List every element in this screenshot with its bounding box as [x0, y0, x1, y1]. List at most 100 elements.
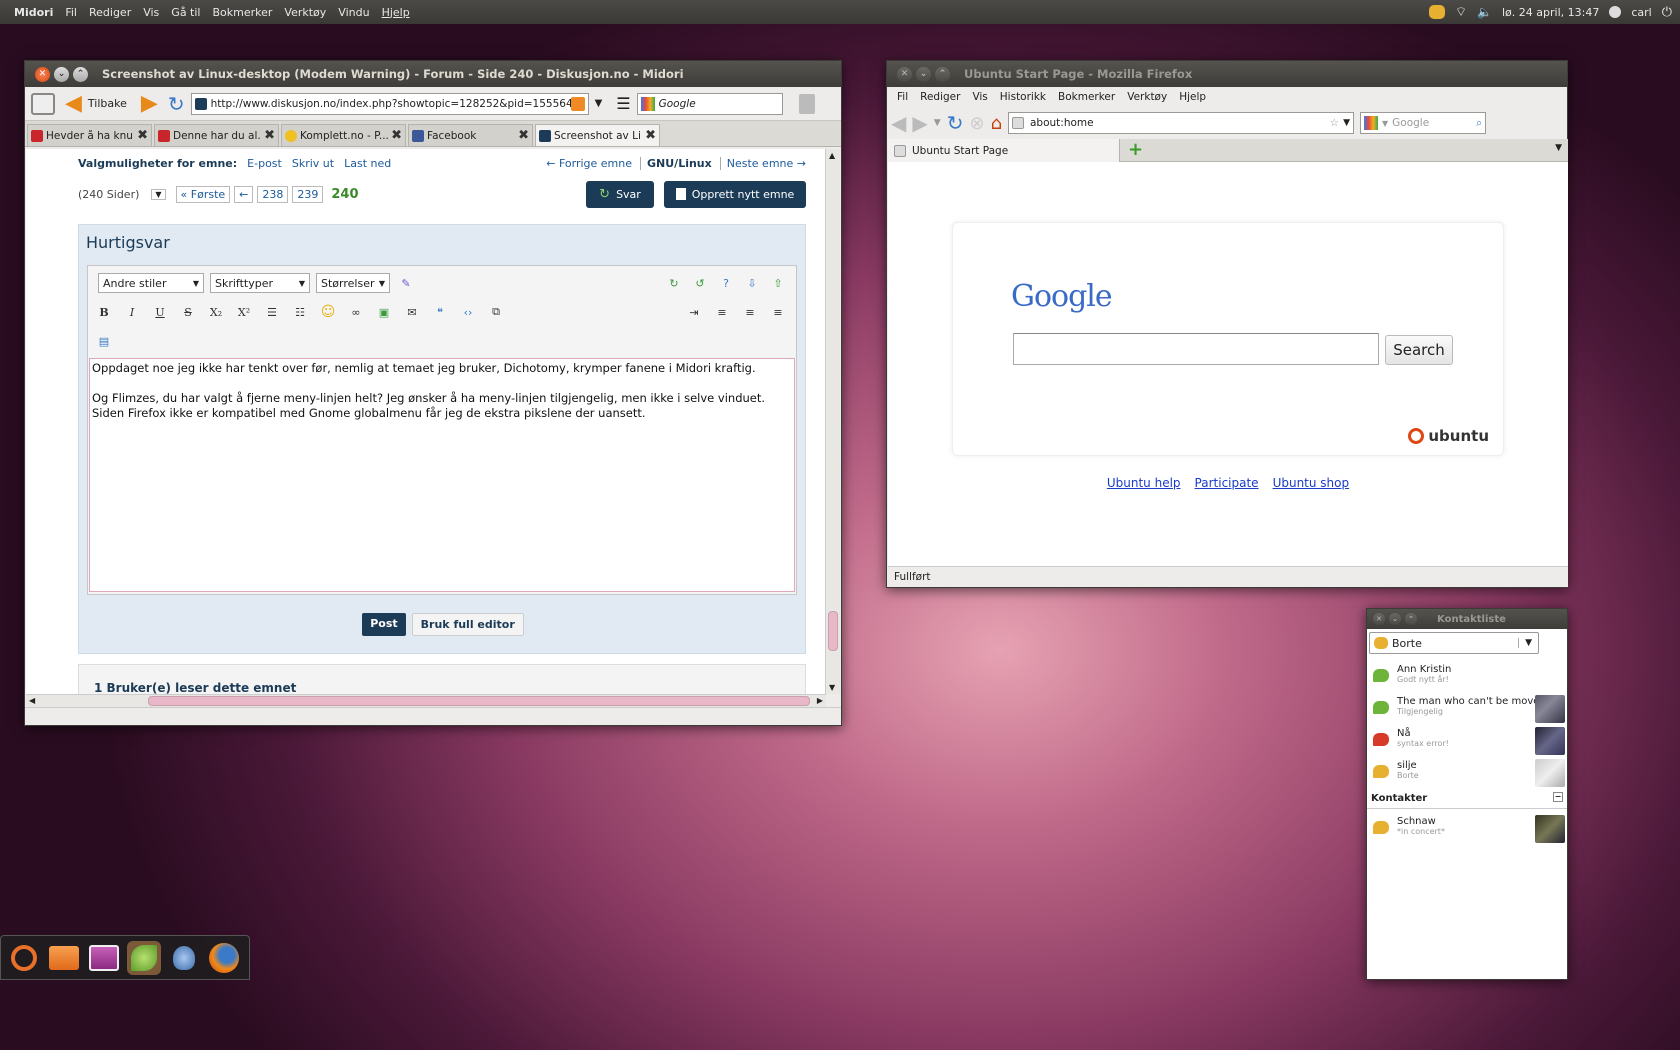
power-icon[interactable]: ⏻ [1662, 5, 1672, 20]
engine-dropdown-icon[interactable]: ▼ [1382, 119, 1388, 128]
tab-denne[interactable]: Denne har du al... ✖ [154, 124, 279, 146]
user-name[interactable]: carl [1631, 6, 1651, 19]
menu-vindu[interactable]: Vindu [332, 6, 375, 19]
maximize-icon[interactable]: ⌃ [935, 66, 950, 82]
export-icon[interactable]: ⇧ [768, 273, 788, 293]
maximize-icon[interactable]: ⌃ [1405, 613, 1417, 625]
ubuntu-logo-icon[interactable] [7, 941, 41, 975]
redo-icon[interactable]: ↺ [690, 273, 710, 293]
magnifier-icon[interactable]: ⌕ [1476, 117, 1482, 130]
format-brush-icon[interactable]: ✎ [396, 273, 416, 293]
size-select[interactable]: Størrelser ▼ [316, 273, 390, 293]
print-link[interactable]: Skriv ut [292, 157, 334, 170]
midori-titlebar[interactable]: ✕ ⌄ ⌃ Screenshot av Linux-desktop (Modem… [25, 61, 841, 87]
source-view-icon[interactable]: ▤ [94, 331, 114, 351]
ff-url-bar[interactable]: about:home ☆ ▼ [1008, 112, 1354, 134]
user-icon[interactable] [1609, 6, 1622, 18]
app-name[interactable]: Midori [0, 6, 59, 19]
email-link[interactable]: E-post [247, 157, 282, 170]
pidgin-icon[interactable] [167, 941, 201, 975]
tab-close-icon[interactable]: ✖ [645, 128, 656, 143]
chat-indicator-icon[interactable] [1428, 5, 1445, 19]
pages-dropdown-icon[interactable]: ▼ [151, 188, 166, 200]
trash-icon[interactable] [798, 93, 815, 114]
url-dropdown-icon[interactable]: ▼ [595, 98, 603, 109]
url-dropdown-icon[interactable]: ▼ [1343, 118, 1350, 128]
file-manager-icon[interactable] [87, 941, 121, 975]
image-icon[interactable]: ▣ [374, 302, 394, 322]
numbered-list-icon[interactable]: ☷ [290, 302, 310, 322]
collapse-icon[interactable]: − [1553, 792, 1563, 802]
menu-rediger[interactable]: Rediger [83, 6, 137, 19]
email-insert-icon[interactable]: ✉ [402, 302, 422, 322]
ff-menu-verktoy[interactable]: Verktøy [1121, 91, 1173, 103]
contact-the-man[interactable]: The man who can't be moved Tilgjengelig [1367, 693, 1567, 725]
close-icon[interactable]: ✕ [35, 66, 50, 82]
midori-search-field[interactable]: Google [636, 92, 783, 115]
post-button[interactable]: Post [362, 613, 406, 636]
ff-back-icon[interactable]: ◀ [891, 111, 906, 135]
menu-hjelp[interactable]: Hjelp [376, 6, 416, 19]
emoticon-icon[interactable]: ☺ [318, 302, 338, 322]
tab-hevder[interactable]: Hevder å ha knu... ✖ [27, 124, 152, 146]
menu-bokmerker[interactable]: Bokmerker [206, 6, 278, 19]
folder-icon[interactable] [47, 941, 81, 975]
scroll-down-icon[interactable]: ▼ [829, 683, 835, 692]
bookmark-star-icon[interactable]: ☆ [1330, 117, 1339, 129]
prev-topic-link[interactable]: ← Forrige emne [546, 157, 632, 170]
google-search-input[interactable] [1013, 333, 1379, 365]
ff-home-icon[interactable]: ⌂ [991, 113, 1002, 134]
hscroll-thumb[interactable] [148, 696, 810, 706]
help-icon[interactable]: ? [716, 273, 736, 293]
menu-lines-icon[interactable]: ☰ [616, 94, 630, 113]
menu-fil[interactable]: Fil [59, 6, 83, 19]
close-icon[interactable]: ✕ [897, 66, 912, 82]
style-select[interactable]: Andre stiler ▼ [98, 273, 204, 293]
scroll-left-icon[interactable]: ◀ [29, 696, 35, 705]
code-icon[interactable]: ‹› [458, 302, 478, 322]
forward-arrow-icon[interactable]: ▶ [141, 92, 158, 114]
contacts-titlebar[interactable]: ✕ ⌄ ⌃ Kontaktliste [1367, 609, 1567, 629]
ff-menu-historikk[interactable]: Historikk [994, 91, 1052, 103]
tab-list-dropdown-icon[interactable]: ▼ [1555, 143, 1562, 153]
download-link[interactable]: Last ned [344, 157, 391, 170]
font-select[interactable]: Skrifttyper ▼ [210, 273, 310, 293]
ff-menu-bokmerker[interactable]: Bokmerker [1052, 91, 1121, 103]
next-topic-link[interactable]: Neste emne → [719, 156, 806, 170]
maximize-icon[interactable]: ⌃ [73, 66, 88, 82]
close-icon[interactable]: ✕ [1373, 613, 1385, 625]
tab-komplett[interactable]: Komplett.no - P... ✖ [281, 124, 406, 146]
wifi-icon[interactable]: ⌔ [1455, 4, 1467, 20]
contact-na[interactable]: Nå syntax error! [1367, 725, 1567, 757]
scroll-right-icon[interactable]: ▶ [817, 696, 823, 705]
google-search-button[interactable]: Search [1385, 335, 1453, 365]
contact-schnaw[interactable]: Schnaw *in concert* [1367, 813, 1567, 845]
tab-close-icon[interactable]: ✖ [391, 128, 402, 143]
import-icon[interactable]: ⇩ [742, 273, 762, 293]
back-arrow-icon[interactable]: ◀ [65, 92, 82, 114]
ff-tab-ubuntu-start[interactable]: Ubuntu Start Page [888, 139, 1120, 162]
vertical-scrollbar[interactable]: ▲ ▼ [825, 149, 840, 694]
superscript-icon[interactable]: X² [234, 302, 254, 322]
minimize-icon[interactable]: ⌄ [54, 66, 69, 82]
midori-url-bar[interactable]: http://www.diskusjon.no/index.php?showto… [190, 92, 589, 115]
align-center-icon[interactable]: ≡ [740, 302, 760, 322]
ff-search-field[interactable]: ▼ Google ⌕ [1360, 112, 1486, 134]
page-238-link[interactable]: 238 [257, 185, 289, 203]
align-right-icon[interactable]: ≡ [768, 302, 788, 322]
tab-close-icon[interactable]: ✖ [264, 128, 275, 143]
new-tab-plus-icon[interactable]: + [1128, 139, 1143, 160]
tab-close-icon[interactable]: ✖ [518, 128, 529, 143]
link-icon[interactable]: ∞ [346, 302, 366, 322]
group-header[interactable]: Kontakter − [1367, 789, 1567, 809]
reload-icon[interactable]: ↻ [168, 92, 185, 116]
prev-page-link[interactable]: ← [234, 185, 254, 203]
chevron-down-icon[interactable]: ▼ [1518, 638, 1538, 648]
ff-history-dropdown-icon[interactable]: ▼ [934, 118, 941, 128]
ff-stop-icon[interactable]: ⊗ [969, 113, 984, 134]
full-editor-button[interactable]: Bruk full editor [411, 613, 524, 636]
ubuntu-help-link[interactable]: Ubuntu help [1107, 476, 1181, 490]
ff-menu-rediger[interactable]: Rediger [914, 91, 966, 103]
bullet-list-icon[interactable]: ☰ [262, 302, 282, 322]
strikethrough-icon[interactable]: S [178, 302, 198, 322]
